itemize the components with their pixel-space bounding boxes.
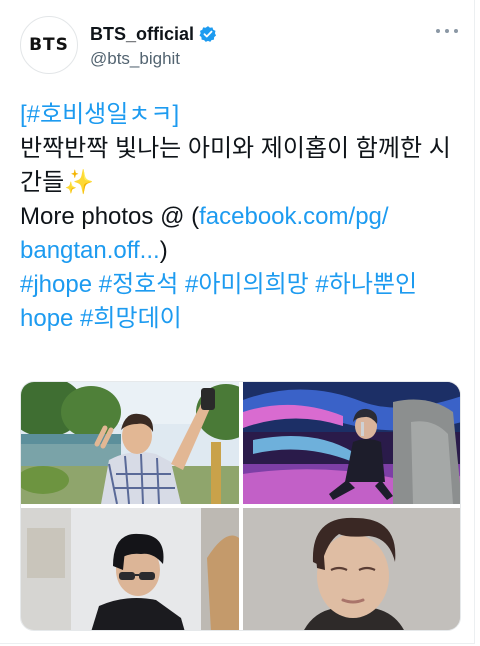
- tweet-text-line: bangtan.off...): [20, 234, 460, 268]
- tweet-text-line: [#호비생일ㅊㅋ]: [20, 98, 460, 132]
- tweet-text-line: 간들✨: [20, 166, 460, 200]
- tweet-text-line: 반짝반짝 빛나는 아미와 제이홉이 함께한 시: [20, 132, 460, 166]
- handle[interactable]: @bts_bighit: [90, 49, 217, 69]
- tweet-link[interactable]: hope #희망데이: [20, 305, 182, 332]
- tweet-text-segment: 반짝반짝 빛나는 아미와 제이홉이 함께한 시: [20, 135, 451, 162]
- tweet-card: BTS BTS_official @bts_bighit [#호비생일ㅊㅋ] 반짝…: [0, 0, 475, 644]
- display-name-row: BTS_official: [90, 22, 217, 46]
- tweet-text-line: More photos @ (facebook.com/pg/: [20, 200, 460, 234]
- photo-stage-performance[interactable]: [243, 382, 460, 504]
- photo-backstage-sunglasses[interactable]: [21, 508, 239, 630]
- media-grid: [20, 381, 461, 631]
- photo-portrait-closeup[interactable]: [243, 508, 460, 630]
- author-info: BTS_official @bts_bighit: [90, 22, 217, 69]
- tweet-text-segment: More photos @ (: [20, 203, 200, 230]
- tweet-link[interactable]: #jhope #정호석 #아미의희망 #하나뿐인: [20, 271, 417, 298]
- tweet-link[interactable]: facebook.com/pg/: [199, 203, 388, 230]
- display-name[interactable]: BTS_official: [90, 24, 194, 45]
- tweet-text: [#호비생일ㅊㅋ] 반짝반짝 빛나는 아미와 제이홉이 함께한 시간들✨ More …: [20, 98, 460, 336]
- tweet-link[interactable]: [#호비생일ㅊㅋ]: [20, 101, 179, 128]
- tweet-text-line: hope #희망데이: [20, 302, 460, 336]
- tweet-text-segment: ): [159, 237, 168, 264]
- tweet-text-line: #jhope #정호석 #아미의희망 #하나뿐인: [20, 268, 460, 302]
- verified-badge-icon: [199, 26, 217, 42]
- photo-selfie-outdoor[interactable]: [21, 382, 239, 504]
- avatar-logo-text: BTS: [29, 35, 69, 55]
- tweet-header: BTS BTS_official @bts_bighit: [20, 16, 460, 76]
- tweet-text-segment: 간들✨: [20, 169, 95, 196]
- avatar[interactable]: BTS: [20, 16, 78, 74]
- tweet-link[interactable]: bangtan.off...: [20, 237, 160, 264]
- more-options-icon[interactable]: [436, 26, 458, 36]
